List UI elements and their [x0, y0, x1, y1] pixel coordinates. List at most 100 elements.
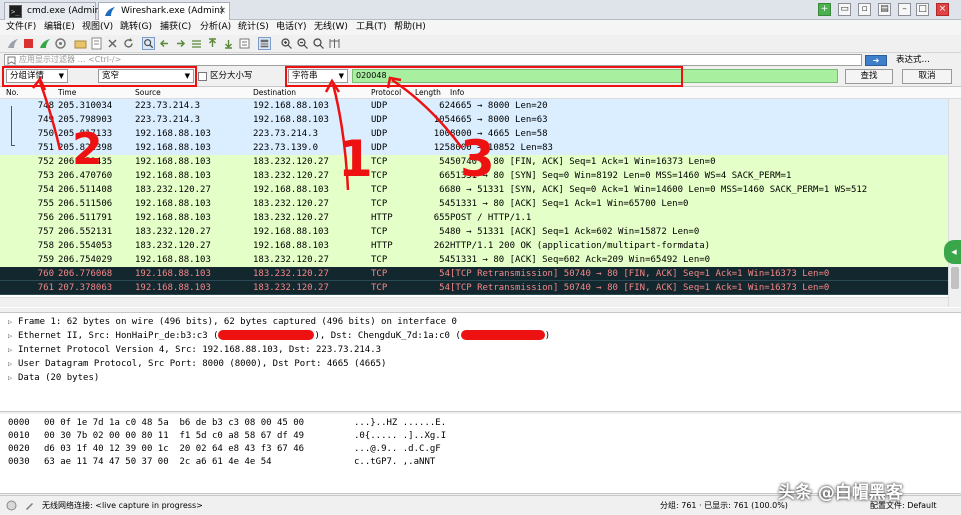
- open-file-icon[interactable]: [74, 37, 87, 50]
- search-type-select[interactable]: 字符串 ▼: [288, 69, 348, 83]
- go-forward-icon[interactable]: [174, 37, 187, 50]
- capture-options-icon[interactable]: [54, 37, 67, 50]
- last-packet-icon[interactable]: [222, 37, 235, 50]
- packet-cell-length: 655: [433, 213, 450, 223]
- menu-wireless[interactable]: 无线(W): [314, 21, 348, 34]
- detail-ipv4[interactable]: ▷ Internet Protocol Version 4, Src: 192.1…: [8, 343, 381, 357]
- column-header-destination[interactable]: Destination: [253, 87, 296, 98]
- reload-icon[interactable]: [122, 37, 135, 50]
- zoom-in-icon[interactable]: [280, 37, 293, 50]
- expand-arrow-icon[interactable]: ▷: [8, 329, 18, 343]
- expression-button[interactable]: 表达式…: [896, 54, 930, 66]
- bytes-row[interactable]: 0010 00 30 7b 02 00 00 80 11 f1 5d c0 a8 …: [8, 430, 446, 443]
- packet-cell-source: 192.168.88.103: [135, 213, 211, 223]
- minimize-icon[interactable]: –: [898, 3, 911, 16]
- expand-arrow-icon[interactable]: ▷: [8, 315, 18, 329]
- bytes-row[interactable]: 0020 d6 03 1f 40 12 39 00 1c 20 02 64 e8 …: [8, 443, 441, 456]
- packet-row[interactable]: 755 206.511506 192.168.88.103 183.232.120.2…: [0, 197, 948, 211]
- tab-cmd[interactable]: >_ cmd.exe (Admin): [4, 2, 104, 20]
- packet-row[interactable]: 748 205.310034 223.73.214.3 192.168.88.103 U…: [0, 99, 948, 113]
- packet-row[interactable]: 759 206.754029 192.168.88.103 183.232.120.2…: [0, 253, 948, 267]
- restart-capture-icon[interactable]: [38, 37, 51, 50]
- apply-filter-arrow-icon[interactable]: ➜: [865, 55, 887, 66]
- detail-frame[interactable]: ▷ Frame 1: 62 bytes on wire (496 bits), 6…: [8, 315, 457, 329]
- column-header-source[interactable]: Source: [135, 87, 161, 98]
- packet-cell-length: 66: [439, 185, 450, 195]
- packet-details[interactable]: ▷ Frame 1: 62 bytes on wire (496 bits), 6…: [0, 312, 961, 412]
- charset-select[interactable]: 宽窄 ▼: [98, 69, 194, 83]
- packet-row[interactable]: 760 206.776068 192.168.88.103 183.232.120.2…: [0, 267, 948, 281]
- lock-icon[interactable]: ▫: [858, 3, 871, 16]
- resize-columns-icon[interactable]: [328, 37, 341, 50]
- menu-file[interactable]: 文件(F): [6, 21, 36, 34]
- menu-capture[interactable]: 捕获(C): [160, 21, 191, 34]
- packet-cell-source: 183.232.120.27: [135, 241, 211, 251]
- bytes-row[interactable]: 0030 63 ae 11 74 47 50 37 00 2c a6 61 4e …: [8, 456, 435, 469]
- column-header-length[interactable]: Length: [415, 87, 441, 98]
- detail-ethernet[interactable]: ▷ Ethernet II, Src: HonHaiPr_de:b3:c3 (),…: [8, 329, 550, 343]
- close-window-icon[interactable]: ×: [936, 3, 949, 16]
- first-packet-icon[interactable]: [206, 37, 219, 50]
- expand-arrow-icon[interactable]: ▷: [8, 343, 18, 357]
- expand-arrow-icon[interactable]: ▷: [8, 371, 18, 385]
- menu-view[interactable]: 视图(V): [82, 21, 113, 34]
- packet-row[interactable]: 758 206.554053 183.232.120.27 192.168.88.10…: [0, 239, 948, 253]
- menu-analyze[interactable]: 分析(A): [200, 21, 231, 34]
- floating-side-badge[interactable]: ◀: [944, 240, 961, 264]
- packet-cell-no: 749: [37, 115, 54, 125]
- tile-icon[interactable]: ▭: [838, 3, 851, 16]
- packet-list-horizontal-scrollbar[interactable]: [0, 297, 948, 307]
- colorize-icon[interactable]: [258, 37, 271, 50]
- status-ready-icon[interactable]: [6, 500, 17, 511]
- column-header-info[interactable]: Info: [450, 87, 464, 98]
- find-string-input[interactable]: 020048: [352, 69, 838, 83]
- display-filter-input[interactable]: 应用显示过滤器 … <Ctrl-/>: [4, 54, 862, 66]
- edit-comment-icon[interactable]: [24, 500, 35, 511]
- search-in-select[interactable]: 分组详情 ▼: [6, 69, 68, 83]
- zoom-out-icon[interactable]: [296, 37, 309, 50]
- packet-cell-time: 205.310034: [58, 101, 113, 111]
- tab-wireshark[interactable]: Wireshark.exe (Admin) ×: [98, 2, 230, 20]
- save-file-icon[interactable]: [90, 37, 103, 50]
- case-sensitive-checkbox[interactable]: [198, 72, 207, 81]
- column-header-protocol[interactable]: Protocol: [371, 87, 401, 98]
- column-header-time[interactable]: Time: [58, 87, 76, 98]
- menu-tools[interactable]: 工具(T): [356, 21, 387, 34]
- packet-row[interactable]: 757 206.552131 183.232.120.27 192.168.88.10…: [0, 225, 948, 239]
- menu-statistics[interactable]: 统计(S): [238, 21, 269, 34]
- menu-edit[interactable]: 编辑(E): [44, 21, 75, 34]
- new-tab-icon[interactable]: +: [818, 3, 831, 16]
- split-icon[interactable]: ▤: [878, 3, 891, 16]
- bookmark-icon[interactable]: [7, 56, 16, 65]
- expand-arrow-icon[interactable]: ▷: [8, 357, 18, 371]
- packet-row[interactable]: 761 207.378063 192.168.88.103 183.232.120.2…: [0, 281, 948, 295]
- maximize-icon[interactable]: □: [916, 3, 929, 16]
- packet-cell-no: 759: [37, 255, 54, 265]
- menu-help[interactable]: 帮助(H): [394, 21, 426, 34]
- stop-capture-icon[interactable]: [22, 37, 35, 50]
- close-file-icon[interactable]: [106, 37, 119, 50]
- cancel-button[interactable]: 取消: [902, 69, 952, 84]
- packet-row[interactable]: 756 206.511791 192.168.88.103 183.232.120.2…: [0, 211, 948, 225]
- zoom-reset-icon[interactable]: [312, 37, 325, 50]
- menu-telephony[interactable]: 电话(Y): [276, 21, 307, 34]
- column-header-no[interactable]: No.: [6, 87, 18, 98]
- bytes-row[interactable]: 0000 00 0f 1e 7d 1a c0 48 5a b6 de b3 c3 …: [8, 417, 446, 430]
- packet-list-scrollbar[interactable]: [948, 99, 961, 307]
- tab-close-icon[interactable]: ×: [218, 3, 226, 20]
- go-to-packet-icon[interactable]: [190, 37, 203, 50]
- packet-cell-protocol: UDP: [371, 143, 388, 153]
- detail-udp[interactable]: ▷ User Datagram Protocol, Src Port: 8000 …: [8, 357, 386, 371]
- find-packet-icon[interactable]: [142, 37, 155, 50]
- detail-data[interactable]: ▷ Data (20 bytes): [8, 371, 99, 385]
- scrollbar-thumb[interactable]: [951, 267, 959, 289]
- packet-cell-no: 755: [37, 199, 54, 209]
- packet-cell-source: 192.168.88.103: [135, 283, 211, 293]
- shark-fin-start-icon[interactable]: [6, 37, 19, 50]
- find-button[interactable]: 查找: [845, 69, 893, 84]
- menu-go[interactable]: 跳转(G): [120, 21, 152, 34]
- autoscroll-icon[interactable]: [238, 37, 251, 50]
- packet-row[interactable]: 749 205.798903 223.73.214.3 192.168.88.103 U…: [0, 113, 948, 127]
- packet-list[interactable]: No. Time Source Destination Protocol Len…: [0, 86, 961, 308]
- go-back-icon[interactable]: [158, 37, 171, 50]
